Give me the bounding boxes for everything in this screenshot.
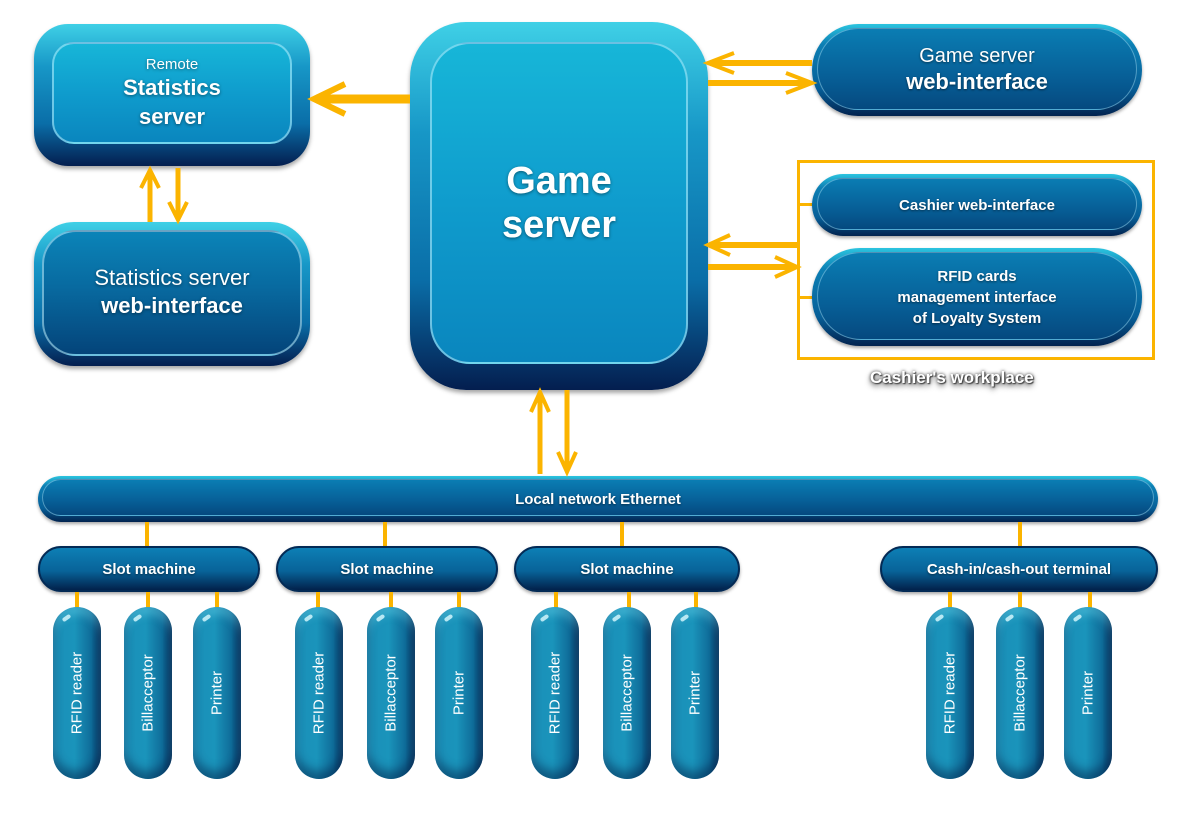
arrow-ethernet-to-game	[529, 387, 551, 474]
arrow-game-to-stats	[307, 81, 410, 117]
arrow-game-to-gameweb	[708, 71, 818, 95]
cashier-web-label: Cashier web-interface	[899, 196, 1055, 214]
ethernet-label: Local network Ethernet	[515, 490, 681, 508]
rfid-mgmt-line2: management interface	[897, 288, 1057, 306]
arrow-game-to-ethernet	[556, 390, 578, 477]
arrow-stats-web-up	[139, 165, 161, 222]
game-web-line1: Game server	[919, 44, 1035, 67]
arrow-cashier-to-game	[703, 233, 799, 257]
game-web-line2: web-interface	[906, 68, 1048, 94]
arrow-game-to-cashier	[708, 255, 802, 279]
rfid-mgmt-line1: RFID cards	[937, 267, 1017, 285]
connector-arrows	[139, 51, 818, 477]
rfid-mgmt-line3: of Loyalty System	[912, 309, 1042, 327]
arrow-stats-web-down	[167, 168, 189, 225]
arrow-gameweb-to-game	[702, 51, 812, 75]
